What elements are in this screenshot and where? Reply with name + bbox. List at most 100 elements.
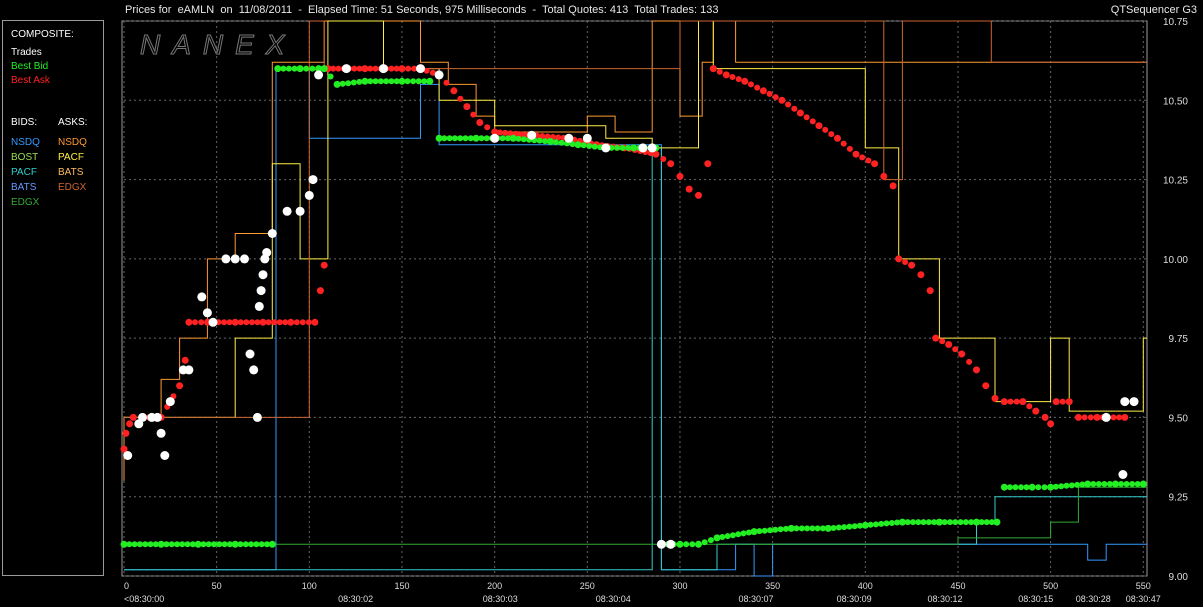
- best-ask-point: [237, 319, 244, 326]
- x-tick-label: 500: [1043, 581, 1058, 591]
- trades-point: [202, 308, 212, 318]
- y-tick-label: 9.00: [1169, 572, 1189, 583]
- exchange-quote-lines: [123, 20, 1147, 577]
- best-ask-point: [1081, 414, 1088, 421]
- y-tick-label: 9.75: [1169, 334, 1189, 345]
- trades-point: [256, 286, 266, 296]
- trades-point: [165, 397, 175, 407]
- best-bid-point: [872, 521, 879, 528]
- trades-point: [434, 70, 444, 80]
- best-bid-point: [695, 540, 702, 548]
- time-label: <08:30:00: [124, 594, 164, 604]
- trades-point: [197, 292, 207, 302]
- trades-point: [160, 451, 170, 460]
- best-bid-point: [580, 142, 587, 149]
- best-ask-point: [695, 191, 702, 199]
- best-bid-point: [952, 519, 959, 526]
- best-ask-point: [265, 319, 272, 326]
- best-bid-point: [1118, 481, 1125, 487]
- best-ask-point: [735, 76, 742, 83]
- best-ask-point: [822, 126, 829, 133]
- best-bid-point: [772, 526, 779, 533]
- trades-point: [254, 301, 264, 311]
- best-bid-point: [777, 526, 784, 533]
- time-label: 08:30:07: [738, 594, 773, 604]
- best-bid-point: [1134, 481, 1141, 487]
- best-bid-point: [248, 541, 255, 548]
- best-ask-point: [958, 350, 966, 358]
- y-tick-label: 9.50: [1169, 413, 1189, 424]
- best-ask-point: [271, 319, 278, 326]
- best-ask-point: [299, 319, 306, 326]
- best-ask-point: [1041, 413, 1049, 421]
- best-ask-point: [973, 366, 980, 374]
- best-ask-point: [367, 65, 374, 72]
- best-bid-point: [798, 525, 805, 532]
- best-ask-point: [1074, 413, 1082, 421]
- best-ask-point: [1019, 398, 1027, 406]
- x-tick-label: 200: [487, 581, 502, 591]
- best-bid-point: [415, 78, 422, 85]
- best-ask-point: [840, 140, 847, 147]
- best-ask-point: [917, 271, 925, 279]
- best-ask-point: [902, 259, 909, 265]
- step-line-ask-nsdq: [123, 20, 1147, 481]
- best-ask-point: [1121, 413, 1129, 421]
- step-line-bid-pacf: [124, 147, 1147, 571]
- best-bid-point: [345, 80, 352, 87]
- best-ask-point: [846, 145, 853, 152]
- best-ask-point: [129, 413, 137, 421]
- trades-point: [656, 539, 666, 549]
- best-ask-point: [908, 261, 916, 269]
- best-bid-point: [462, 135, 469, 142]
- best-bid-point: [1074, 481, 1081, 488]
- trades-point: [1129, 397, 1139, 407]
- trades-point: [308, 175, 318, 185]
- trades-point: [262, 248, 272, 257]
- best-ask-point: [443, 79, 450, 86]
- trades-point: [314, 70, 324, 80]
- trades-point: [295, 206, 305, 216]
- x-tick-label: 550: [1136, 581, 1151, 591]
- best-bid-point: [136, 541, 143, 548]
- best-bid-point: [904, 519, 911, 526]
- best-bid-point: [1068, 482, 1075, 489]
- best-bid-point: [1129, 481, 1136, 487]
- best-bid-point: [925, 519, 932, 526]
- y-tick-label: 10.25: [1163, 176, 1188, 187]
- best-bid-point: [586, 143, 593, 149]
- best-ask-point: [1013, 398, 1020, 405]
- best-bid-point: [372, 78, 379, 85]
- trades-point: [138, 412, 147, 422]
- best-ask-point: [320, 261, 328, 269]
- best-bid-point: [830, 525, 837, 531]
- best-bid-point: [258, 541, 265, 548]
- best-bid-point: [274, 65, 282, 73]
- best-bid-point: [941, 519, 948, 526]
- best-bid-point: [174, 541, 180, 548]
- x-tick-label: 400: [858, 581, 873, 591]
- best-ask-point: [1026, 403, 1033, 410]
- best-bid-point: [841, 524, 848, 531]
- best-ask-point: [966, 358, 973, 365]
- best-ask-point: [991, 394, 999, 402]
- best-ask-point: [311, 318, 319, 326]
- best-ask-point: [722, 71, 730, 79]
- best-bid-point: [1018, 484, 1024, 491]
- x-tick-label: 350: [765, 581, 780, 591]
- best-ask-point: [1059, 398, 1066, 405]
- x-tick-label: 250: [580, 581, 595, 591]
- x-tick-label: 300: [672, 581, 687, 591]
- best-ask-point: [463, 103, 471, 111]
- best-bid-point: [1028, 483, 1036, 491]
- best-bid-point: [1035, 484, 1042, 491]
- best-ask-point: [398, 65, 406, 73]
- trades-point: [416, 64, 425, 74]
- best-ask-point: [372, 65, 379, 72]
- x-tick-label: 450: [950, 581, 965, 591]
- x-tick-label: 100: [302, 581, 317, 591]
- trades-point: [638, 143, 648, 153]
- trades-point: [267, 229, 277, 238]
- x-tick-label: 0: [124, 581, 129, 591]
- best-bid-point: [591, 143, 598, 150]
